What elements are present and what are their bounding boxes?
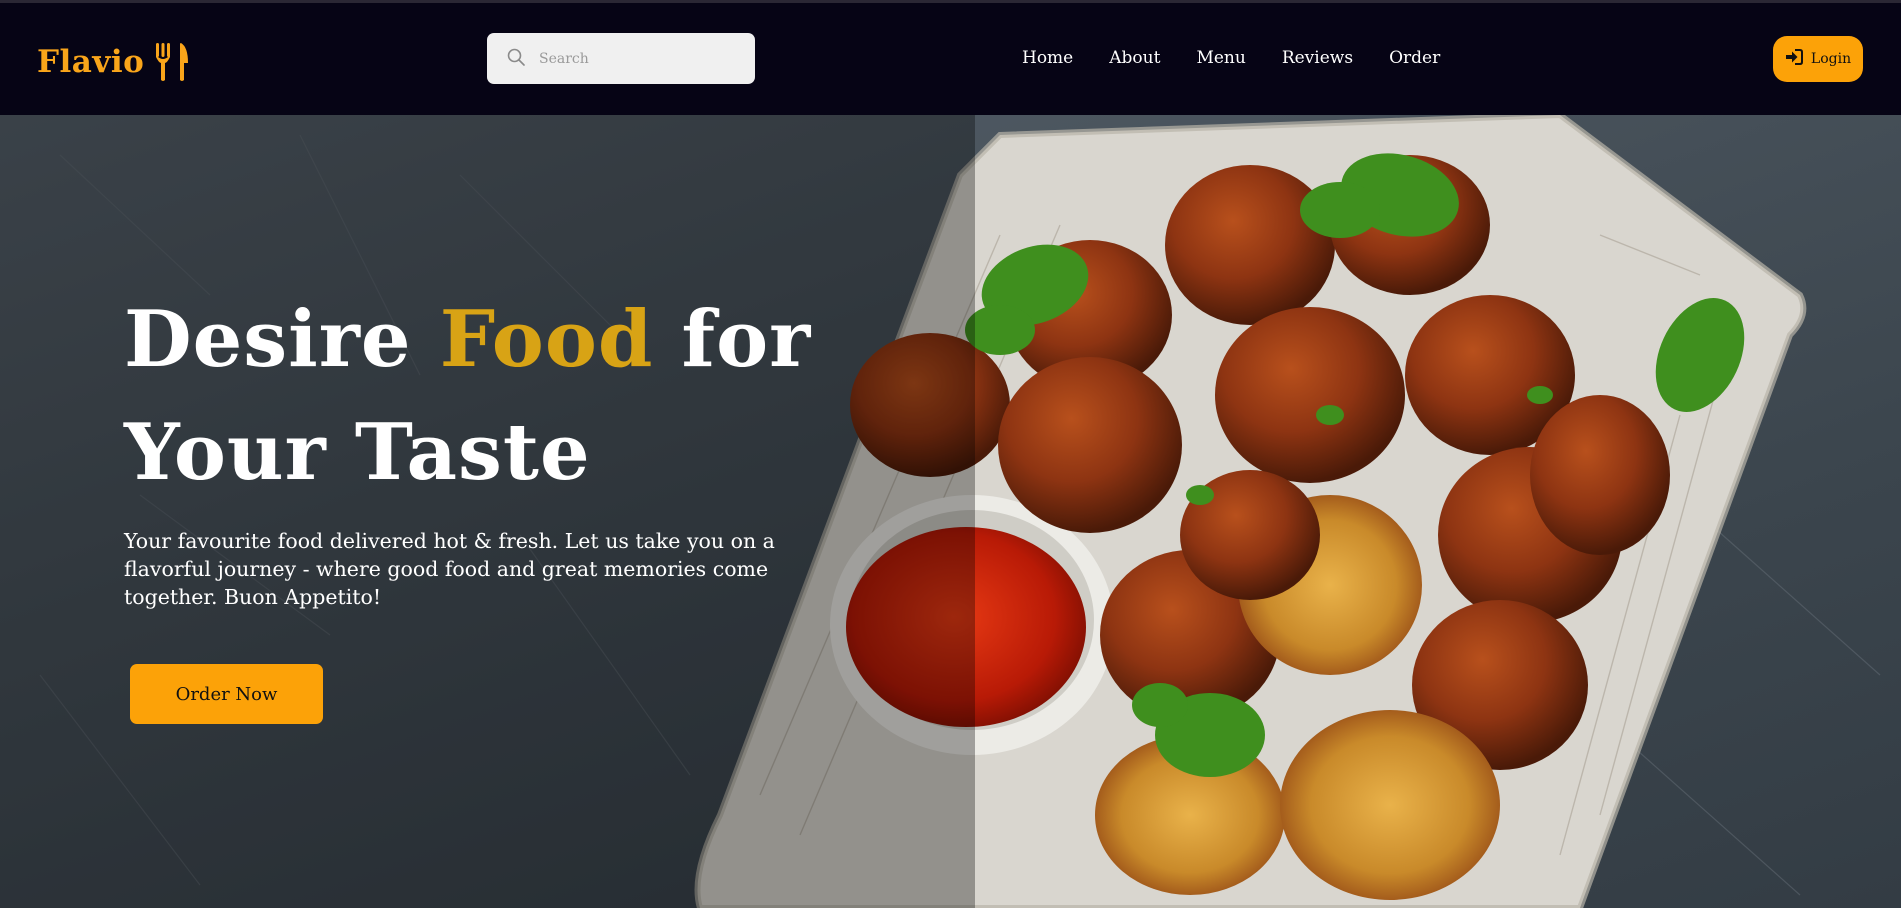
hero-dark-overlay — [0, 115, 975, 908]
hero-title-part1: Desire — [124, 294, 412, 385]
navbar: Flavio Home About Menu Reviews O — [0, 3, 1901, 115]
login-label: Login — [1810, 51, 1852, 67]
order-now-button[interactable]: Order Now — [130, 664, 323, 724]
nav-link-about[interactable]: About — [1109, 48, 1160, 68]
fork-knife-icon — [154, 41, 190, 83]
search-input[interactable] — [537, 49, 737, 68]
hero-title-accent: Food — [439, 294, 654, 385]
hero-description: Your favourite food delivered hot & fres… — [124, 529, 775, 609]
search-box[interactable] — [487, 33, 755, 84]
brand-name: Flavio — [37, 44, 145, 80]
brand-logo[interactable]: Flavio — [37, 41, 190, 83]
main-nav: Home About Menu Reviews Order — [1022, 48, 1476, 68]
nav-link-order[interactable]: Order — [1389, 48, 1440, 68]
hero-title: Desire Food for Your Taste — [124, 283, 884, 509]
hero-section: Desire Food for Your Taste Your favourit… — [0, 115, 1901, 908]
nav-link-home[interactable]: Home — [1022, 48, 1073, 68]
search-icon — [507, 48, 525, 70]
sign-in-icon — [1785, 49, 1803, 69]
nav-link-menu[interactable]: Menu — [1196, 48, 1245, 68]
login-button[interactable]: Login — [1773, 36, 1863, 82]
nav-link-reviews[interactable]: Reviews — [1282, 48, 1353, 68]
